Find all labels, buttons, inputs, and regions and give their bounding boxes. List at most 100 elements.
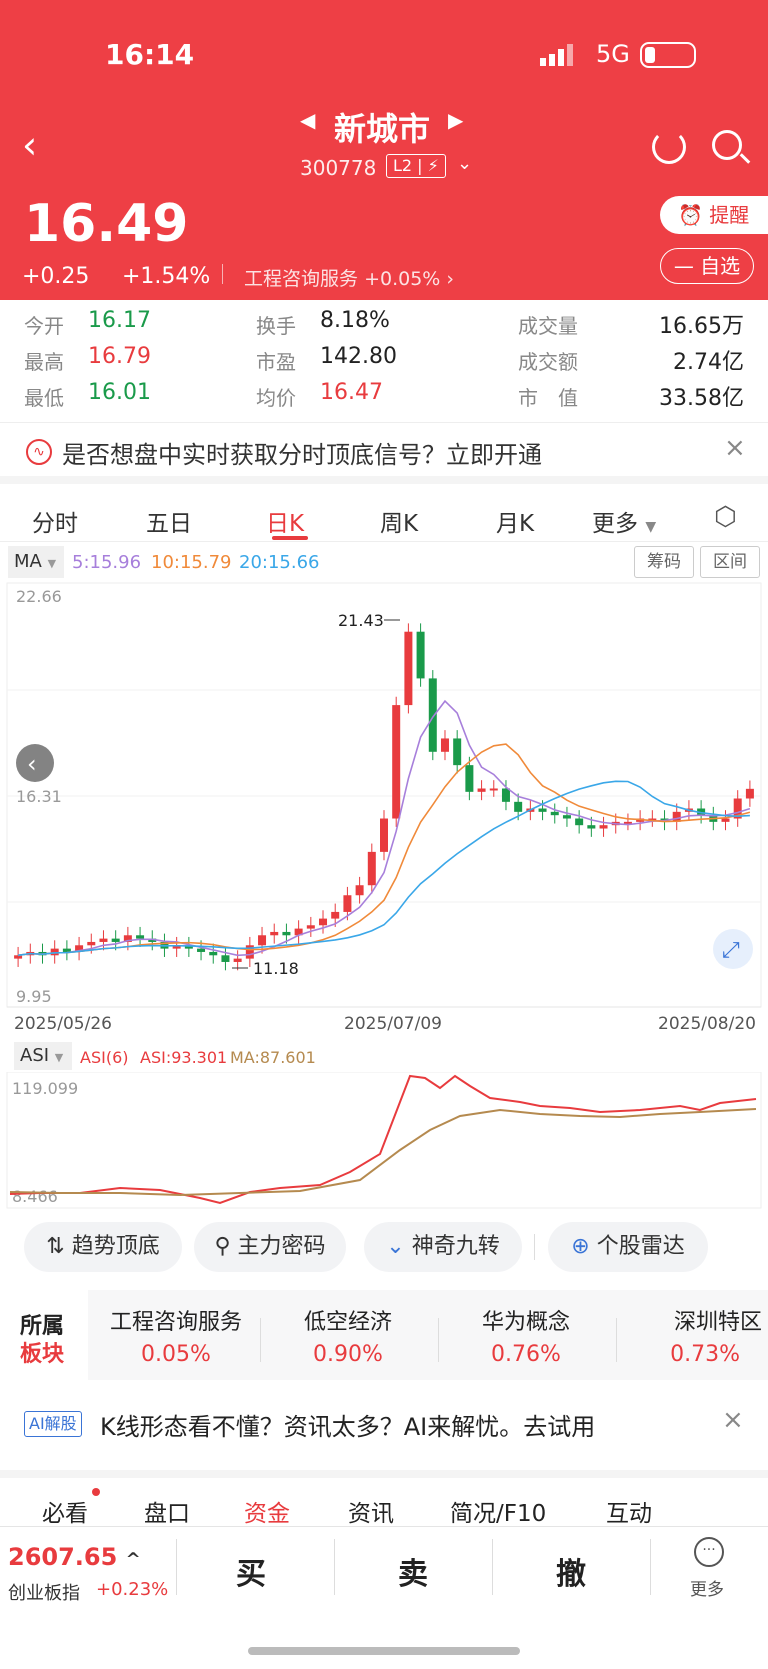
candle (465, 765, 474, 792)
settings-icon[interactable]: ⬡ (714, 502, 737, 532)
tab-interaction[interactable]: 互动 (606, 1494, 652, 1528)
stat-value: 16.79 (88, 344, 151, 369)
candle (440, 738, 449, 752)
info-tabs: 必看 盘口 资金 资讯 简况/F10 互动 (0, 1470, 768, 1528)
y-low-label: 9.95 (16, 987, 52, 1006)
nine-turn-tool-button[interactable]: ⌄ 神奇九转 (364, 1222, 522, 1272)
stat-value: 33.58亿 (659, 386, 744, 411)
candle (721, 818, 730, 822)
index-pct: +0.23% (96, 1579, 169, 1600)
sector-item[interactable]: 低空经济 0.90% (268, 1304, 428, 1367)
candle (380, 818, 388, 852)
more-label: 更多 (690, 1580, 724, 1600)
buy-button[interactable]: 买 (236, 1549, 266, 1593)
refresh-icon[interactable] (652, 130, 686, 164)
close-icon[interactable]: × (722, 1405, 744, 1435)
stock-name: 新城市 (334, 110, 431, 148)
tab-fenshi[interactable]: 分时 (32, 504, 78, 538)
chevron-down-icon[interactable]: ⌄ (457, 153, 472, 174)
sell-button[interactable]: 卖 (398, 1549, 428, 1593)
divider (176, 1539, 177, 1595)
index-value[interactable]: 2607.65 ^ (8, 1543, 141, 1571)
candle (14, 955, 23, 959)
date-label-start: 2025/05/26 (14, 1014, 112, 1034)
next-stock-icon[interactable]: ▶ (448, 108, 463, 132)
tab-five-day[interactable]: 五日 (146, 504, 192, 538)
ma5-value: 5:15.96 (72, 552, 142, 573)
tab-capital[interactable]: 资金 (244, 1494, 290, 1528)
ma-selector[interactable]: MA ▼ (8, 546, 64, 578)
watchlist-button[interactable]: — 自选 (660, 248, 754, 284)
candle (306, 925, 315, 929)
radar-tool-button[interactable]: ⊕ 个股雷达 (548, 1222, 708, 1272)
signal-banner[interactable]: ∿ 是否想盘中实时获取分时顶底信号？立即开通 × (0, 422, 768, 484)
prev-stock-icon[interactable]: ◀ (300, 108, 315, 132)
sector-item[interactable]: 深圳特区 0.73% (628, 1304, 768, 1367)
candle (221, 955, 230, 962)
asi-param: ASI(6) (80, 1048, 129, 1067)
stat-label: 成交量 (518, 314, 578, 338)
search-icon[interactable] (712, 130, 751, 164)
chart-tabs: 分时 五日 日K 周K 月K 更多 ▼ ⬡ (0, 492, 768, 542)
y-top-label: 22.66 (16, 587, 62, 606)
notification-dot (92, 1488, 100, 1496)
chip-button[interactable]: 筹码 (634, 546, 694, 578)
current-price: 16.49 (24, 194, 189, 254)
low-label: 11.18 (253, 959, 299, 978)
trend-tool-button[interactable]: ⇅ 趋势顶底 (24, 1222, 182, 1272)
signal-icon (540, 44, 580, 66)
asi-ma-value: MA:87.601 (230, 1048, 316, 1067)
close-icon[interactable]: × (724, 433, 746, 463)
tab-daily-k[interactable]: 日K (266, 504, 304, 538)
range-button[interactable]: 区间 (700, 546, 760, 578)
ai-text: K线形态看不懂？资讯太多？AI来解忧。去试用 (100, 1413, 596, 1441)
asi-chart: 119.099 8.466 (6, 1072, 762, 1209)
price-change: +0.25 (22, 264, 90, 289)
more-icon[interactable]: ··· (694, 1537, 724, 1567)
ai-banner[interactable]: AI解股 K线形态看不懂？资讯太多？AI来解忧。去试用 × (0, 1397, 768, 1453)
candle (538, 808, 547, 812)
main-force-tool-button[interactable]: ⚲ 主力密码 (194, 1222, 346, 1272)
candle (453, 738, 462, 766)
ai-badge: AI解股 (24, 1411, 82, 1437)
alert-button[interactable]: ⏰ 提醒 (660, 196, 768, 234)
divider (492, 1539, 493, 1595)
stat-value: 16.17 (88, 308, 151, 333)
asi-line (9, 1074, 757, 1205)
tab-news[interactable]: 资讯 (348, 1494, 394, 1528)
candle (501, 788, 510, 802)
divider (222, 264, 223, 284)
candle (745, 788, 754, 799)
tab-weekly-k[interactable]: 周K (380, 504, 418, 538)
tab-must-see[interactable]: 必看 (42, 1494, 88, 1528)
divider (260, 1318, 261, 1362)
candle (550, 811, 559, 816)
tab-order-book[interactable]: 盘口 (144, 1494, 190, 1528)
candle (233, 958, 242, 962)
candle (136, 935, 145, 939)
candle (270, 931, 279, 936)
stat-value: 2.74亿 (673, 350, 744, 375)
signal-icon: ∿ (26, 439, 52, 465)
tab-monthly-k[interactable]: 月K (496, 504, 534, 538)
stat-label: 今开 (24, 314, 64, 338)
industry-link[interactable]: 工程咨询服务 +0.05% › (244, 264, 454, 291)
back-icon[interactable]: ‹ (22, 125, 37, 165)
divider (334, 1539, 335, 1595)
tab-f10[interactable]: 简况/F10 (450, 1494, 546, 1528)
stat-label: 市盈 (256, 350, 296, 374)
sector-item[interactable]: 华为概念 0.76% (446, 1304, 606, 1367)
stat-label: 最高 (24, 350, 64, 374)
tab-more[interactable]: 更多 ▼ (592, 504, 656, 538)
kline-chart[interactable]: 22.66 16.31 9.95 21.43 11.18 ‹ ⤢ (0, 580, 768, 1010)
candle (514, 801, 523, 812)
candle (477, 788, 486, 792)
asi-value: ASI:93.301 (140, 1048, 228, 1067)
candle (587, 825, 596, 829)
sector-item[interactable]: 工程咨询服务 0.05% (96, 1304, 256, 1367)
candle (209, 951, 218, 956)
stat-label: 均价 (256, 386, 296, 410)
stat-label: 市 值 (518, 386, 578, 410)
asi-selector[interactable]: ASI ▼ (14, 1042, 72, 1070)
cancel-button[interactable]: 撤 (556, 1549, 586, 1593)
